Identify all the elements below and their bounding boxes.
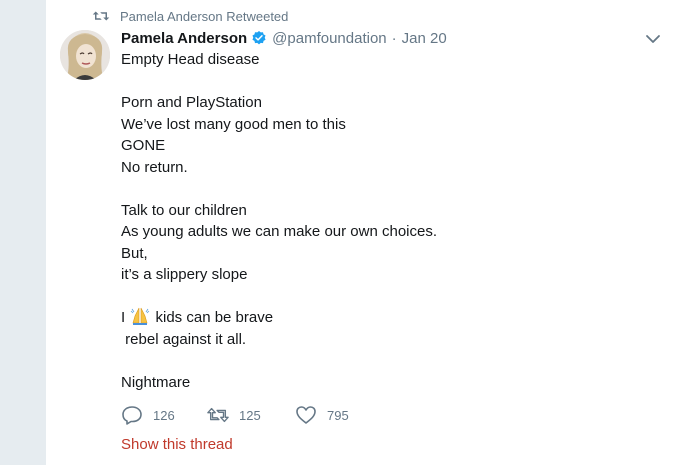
heart-icon bbox=[296, 406, 316, 424]
header-separator: · bbox=[391, 29, 397, 47]
tweet-line-with-emoji: I kids can be brave bbox=[121, 307, 641, 329]
avatar-image bbox=[60, 30, 110, 80]
reply-count: 126 bbox=[153, 407, 175, 423]
tweet-line: No return. bbox=[121, 158, 188, 176]
tweet-date[interactable]: Jan 20 bbox=[402, 30, 447, 47]
tweet-line: Talk to our children bbox=[121, 201, 247, 219]
author-handle[interactable]: @pamfoundation bbox=[272, 30, 386, 47]
reply-icon bbox=[122, 406, 142, 425]
tweet-line: it’s a slippery slope bbox=[121, 266, 248, 283]
tweet-line: GONE bbox=[121, 137, 166, 154]
author-name[interactable]: Pamela Anderson bbox=[121, 30, 247, 47]
retweet-button[interactable]: 125 bbox=[207, 405, 295, 425]
retweet-context-text[interactable]: Pamela Anderson Retweeted bbox=[120, 9, 288, 24]
tweet-line: Nightmare bbox=[121, 373, 191, 391]
tweet-header: Pamela Anderson @pamfoundation · Jan 20 bbox=[121, 27, 447, 49]
like-count: 795 bbox=[327, 407, 349, 423]
retweet-context: Pamela Anderson Retweeted bbox=[92, 6, 288, 26]
like-button[interactable]: 795 bbox=[295, 405, 375, 425]
line-break bbox=[121, 286, 641, 308]
tweet-actions: 126 125 795 bbox=[121, 404, 375, 426]
line-break bbox=[121, 178, 641, 200]
verified-badge-icon bbox=[252, 31, 266, 45]
tweet-line: Empty Head disease bbox=[121, 51, 260, 68]
folded-hands-emoji bbox=[131, 307, 150, 325]
page: Pamela Anderson Retweeted Pamela Anderso… bbox=[0, 0, 685, 465]
line-break bbox=[121, 350, 641, 372]
tweet-line: rebel against it all. bbox=[121, 330, 247, 348]
show-thread-link[interactable]: Show this thread bbox=[121, 436, 233, 453]
tweet-line-prefix: I bbox=[121, 309, 130, 326]
tweet-line: But, bbox=[121, 244, 148, 262]
retweet-icon bbox=[207, 407, 229, 423]
chevron-down-icon[interactable] bbox=[644, 31, 662, 47]
tweet-line: We’ve lost many good men to this bbox=[121, 115, 346, 133]
avatar[interactable] bbox=[60, 30, 110, 80]
retweet-count: 125 bbox=[239, 407, 261, 423]
tweet-line-suffix: kids can be brave bbox=[151, 309, 274, 326]
tweet-line: As young adults we can make our own choi… bbox=[121, 223, 438, 240]
tweet-line: Porn and PlayStation bbox=[121, 94, 262, 111]
line-break bbox=[121, 71, 641, 93]
retweet-icon bbox=[92, 11, 110, 21]
tweet-text: Empty Head disease Porn and PlayStation … bbox=[121, 49, 641, 393]
reply-button[interactable]: 126 bbox=[121, 405, 207, 425]
